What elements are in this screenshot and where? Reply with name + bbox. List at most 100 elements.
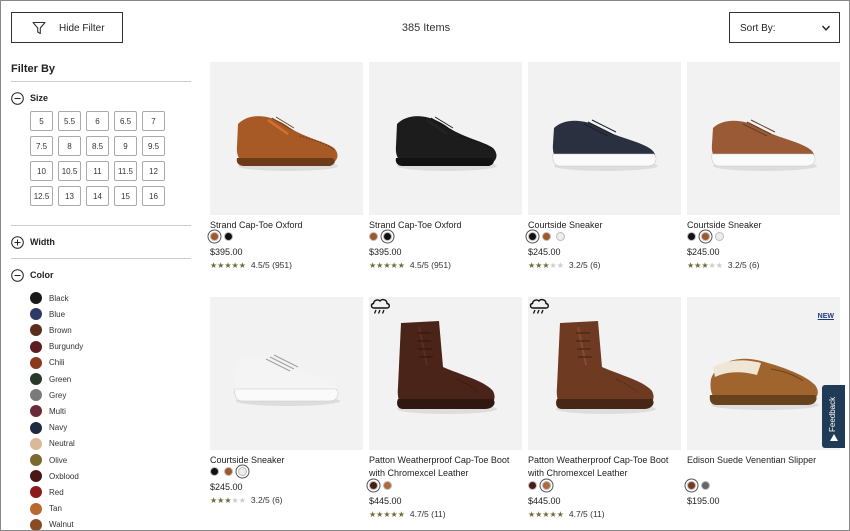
- product-swatch[interactable]: [528, 481, 537, 490]
- product-name[interactable]: Courtside Sneaker: [687, 219, 840, 232]
- product-name[interactable]: Edison Suede Venentian Slipper: [687, 454, 840, 467]
- color-option[interactable]: Walnut: [30, 518, 74, 530]
- product-image[interactable]: [528, 62, 681, 215]
- sidebar-divider: [11, 81, 191, 82]
- size-option[interactable]: 7.5: [30, 136, 53, 156]
- product-swatch[interactable]: [369, 232, 378, 241]
- product-swatch[interactable]: [224, 467, 233, 476]
- chevron-down-icon: [821, 25, 831, 31]
- color-option[interactable]: Green: [30, 372, 71, 386]
- color-option[interactable]: Chili: [30, 356, 65, 370]
- product-swatch[interactable]: [528, 232, 537, 241]
- product-swatch[interactable]: [210, 467, 219, 476]
- size-option[interactable]: 12: [142, 161, 165, 181]
- product-swatch[interactable]: [715, 232, 724, 241]
- size-option[interactable]: 5: [30, 111, 53, 131]
- product-image[interactable]: [687, 62, 840, 215]
- product-name[interactable]: Patton Weatherproof Cap-Toe Boot with Ch…: [528, 454, 681, 480]
- product-name[interactable]: Strand Cap-Toe Oxford: [210, 219, 363, 232]
- product-image[interactable]: [369, 62, 522, 215]
- size-option[interactable]: 11.5: [114, 161, 137, 181]
- product-name[interactable]: Strand Cap-Toe Oxford: [369, 219, 522, 232]
- product-rating[interactable]: ★★★★★ 4.5/5 (951): [369, 260, 451, 270]
- product-name[interactable]: Patton Weatherproof Cap-Toe Boot with Ch…: [369, 454, 522, 480]
- product-card[interactable]: Strand Cap-Toe Oxford $395.00 ★★★★★ 4.5/5 (…: [210, 62, 363, 292]
- size-option[interactable]: 15: [114, 186, 137, 206]
- color-filter-toggle[interactable]: Color: [11, 267, 54, 283]
- size-option[interactable]: 12.5: [30, 186, 53, 206]
- product-card[interactable]: Courtside Sneaker $245.00 ★★★★★ 3.2/5 (6): [210, 297, 363, 527]
- product-swatch[interactable]: [701, 232, 710, 241]
- product-image[interactable]: [210, 297, 363, 450]
- product-rating[interactable]: ★★★★★ 4.5/5 (951): [210, 260, 292, 270]
- product-swatch[interactable]: [369, 481, 378, 490]
- product-image[interactable]: [369, 297, 522, 450]
- product-swatch[interactable]: [542, 481, 551, 490]
- size-option[interactable]: 14: [86, 186, 109, 206]
- product-card[interactable]: NEW Edison Suede Venentian Slipper $195.00: [687, 297, 840, 527]
- size-option[interactable]: 5.5: [58, 111, 81, 131]
- size-option[interactable]: 7: [142, 111, 165, 131]
- color-option[interactable]: Burgundy: [30, 340, 83, 354]
- product-swatch[interactable]: [556, 232, 565, 241]
- color-option[interactable]: Tan: [30, 502, 62, 516]
- color-option[interactable]: Navy: [30, 421, 67, 435]
- width-filter-toggle[interactable]: Width: [11, 234, 55, 250]
- color-option[interactable]: Blue: [30, 307, 65, 321]
- product-price: $245.00: [210, 482, 243, 492]
- product-swatch[interactable]: [383, 481, 392, 490]
- product-rating[interactable]: ★★★★★ 3.2/5 (6): [210, 495, 283, 505]
- product-rating[interactable]: ★★★★★ 4.7/5 (11): [528, 509, 605, 519]
- color-option[interactable]: Neutral: [30, 437, 75, 451]
- sort-by-dropdown[interactable]: Sort By:: [729, 12, 840, 43]
- product-card[interactable]: Courtside Sneaker $245.00 ★★★★★ 3.2/5 (6): [528, 62, 681, 292]
- product-swatch[interactable]: [687, 232, 696, 241]
- color-option[interactable]: Grey: [30, 388, 66, 402]
- rating-stars-icon: ★★★★★: [528, 260, 564, 270]
- size-option[interactable]: 9.5: [142, 136, 165, 156]
- size-filter-toggle[interactable]: Size: [11, 90, 48, 106]
- product-card[interactable]: Strand Cap-Toe Oxford $395.00 ★★★★★ 4.5/5 (…: [369, 62, 522, 292]
- product-card[interactable]: Courtside Sneaker $245.00 ★★★★★ 3.2/5 (6): [687, 62, 840, 292]
- color-option[interactable]: Multi: [30, 404, 66, 418]
- size-option[interactable]: 6: [86, 111, 109, 131]
- rating-text: 3.2/5 (6): [727, 260, 760, 270]
- product-swatch[interactable]: [542, 232, 551, 241]
- product-rating[interactable]: ★★★★★ 4.7/5 (11): [369, 509, 446, 519]
- product-swatch[interactable]: [224, 232, 233, 241]
- color-option[interactable]: Red: [30, 485, 64, 499]
- size-option[interactable]: 13: [58, 186, 81, 206]
- color-option[interactable]: Oxblood: [30, 469, 79, 483]
- size-option[interactable]: 9: [114, 136, 137, 156]
- weatherproof-cloud-icon: [529, 298, 549, 314]
- size-option[interactable]: 16: [142, 186, 165, 206]
- color-option[interactable]: Olive: [30, 453, 67, 467]
- product-name[interactable]: Courtside Sneaker: [210, 454, 363, 467]
- size-option[interactable]: 10: [30, 161, 53, 181]
- color-swatch: [30, 340, 42, 353]
- color-swatch: [30, 389, 42, 402]
- color-option[interactable]: Black: [30, 291, 69, 305]
- size-option[interactable]: 8: [58, 136, 81, 156]
- product-card[interactable]: Patton Weatherproof Cap-Toe Boot with Ch…: [528, 297, 681, 527]
- product-swatch[interactable]: [687, 481, 696, 490]
- size-option[interactable]: 10.5: [58, 161, 81, 181]
- product-color-swatches: [369, 232, 392, 241]
- product-swatch[interactable]: [383, 232, 392, 241]
- product-image[interactable]: [528, 297, 681, 450]
- size-option[interactable]: 8.5: [86, 136, 109, 156]
- size-option[interactable]: 11: [86, 161, 109, 181]
- product-image[interactable]: [210, 62, 363, 215]
- product-rating[interactable]: ★★★★★ 3.2/5 (6): [687, 260, 760, 270]
- product-swatch[interactable]: [701, 481, 710, 490]
- hide-filter-button[interactable]: Hide Filter: [11, 12, 123, 43]
- size-option[interactable]: 6.5: [114, 111, 137, 131]
- product-card[interactable]: Patton Weatherproof Cap-Toe Boot with Ch…: [369, 297, 522, 527]
- product-name[interactable]: Courtside Sneaker: [528, 219, 681, 232]
- color-option[interactable]: Brown: [30, 323, 72, 337]
- product-rating[interactable]: ★★★★★ 3.2/5 (6): [528, 260, 601, 270]
- product-image[interactable]: NEW: [687, 297, 840, 450]
- product-swatch[interactable]: [238, 467, 247, 476]
- product-swatch[interactable]: [210, 232, 219, 241]
- feedback-tab[interactable]: Feedback: [822, 385, 845, 448]
